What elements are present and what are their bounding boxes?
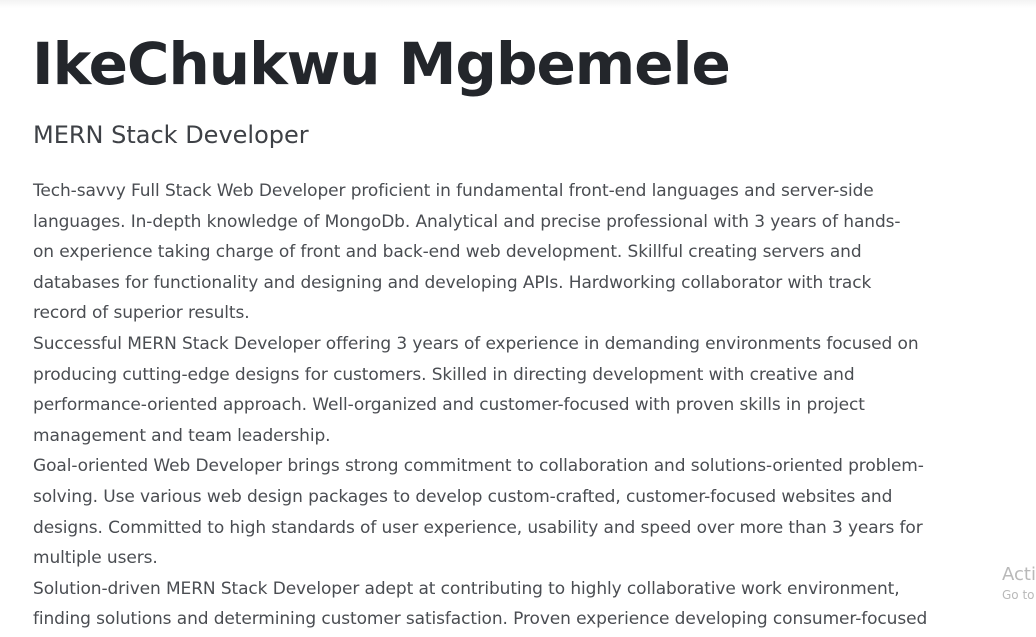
summary-paragraph: Successful MERN Stack Developer offering… xyxy=(33,329,1036,451)
profile-name: IkeChukwu Mgbemele xyxy=(32,30,731,98)
profile-role: MERN Stack Developer xyxy=(33,121,309,149)
summary-line: management and team leadership. xyxy=(33,425,331,446)
summary-line: Solution-driven MERN Stack Developer ade… xyxy=(33,578,900,599)
summary-line: on experience taking charge of front and… xyxy=(33,242,862,263)
summary-line: Goal-oriented Web Developer brings stron… xyxy=(33,456,924,477)
summary-line: record of superior results. xyxy=(33,303,250,324)
summary-line: Tech-savvy Full Stack Web Developer prof… xyxy=(33,181,874,201)
summary-line: languages. In-depth knowledge of MongoDb… xyxy=(33,211,901,232)
summary-paragraph: Solution-driven MERN Stack Developer ade… xyxy=(33,574,1036,635)
activation-title: Acti xyxy=(1002,564,1036,585)
summary-paragraph: Tech-savvy Full Stack Web Developer prof… xyxy=(33,176,1036,329)
summary-line: designs. Committed to high standards of … xyxy=(33,517,923,538)
windows-activation-watermark: Acti Go to xyxy=(1002,563,1036,603)
summary-paragraph: Goal-oriented Web Developer brings stron… xyxy=(33,451,1036,573)
summary-line: finding solutions and determining custom… xyxy=(33,609,928,630)
summary-line: databases for functionality and designin… xyxy=(33,272,872,293)
summary-line: performance-oriented approach. Well-orga… xyxy=(33,395,865,416)
summary-line: multiple users. xyxy=(33,548,158,569)
summary-line: producing cutting-edge designs for custo… xyxy=(33,364,855,385)
activation-hint: Go to xyxy=(1002,588,1035,602)
profile-summary: Tech-savvy Full Stack Web Developer prof… xyxy=(33,176,1036,635)
summary-line: solving. Use various web design packages… xyxy=(33,486,893,507)
summary-line: Successful MERN Stack Developer offering… xyxy=(33,333,919,354)
resume-page: IkeChukwu Mgbemele MERN Stack Developer … xyxy=(0,0,1036,637)
